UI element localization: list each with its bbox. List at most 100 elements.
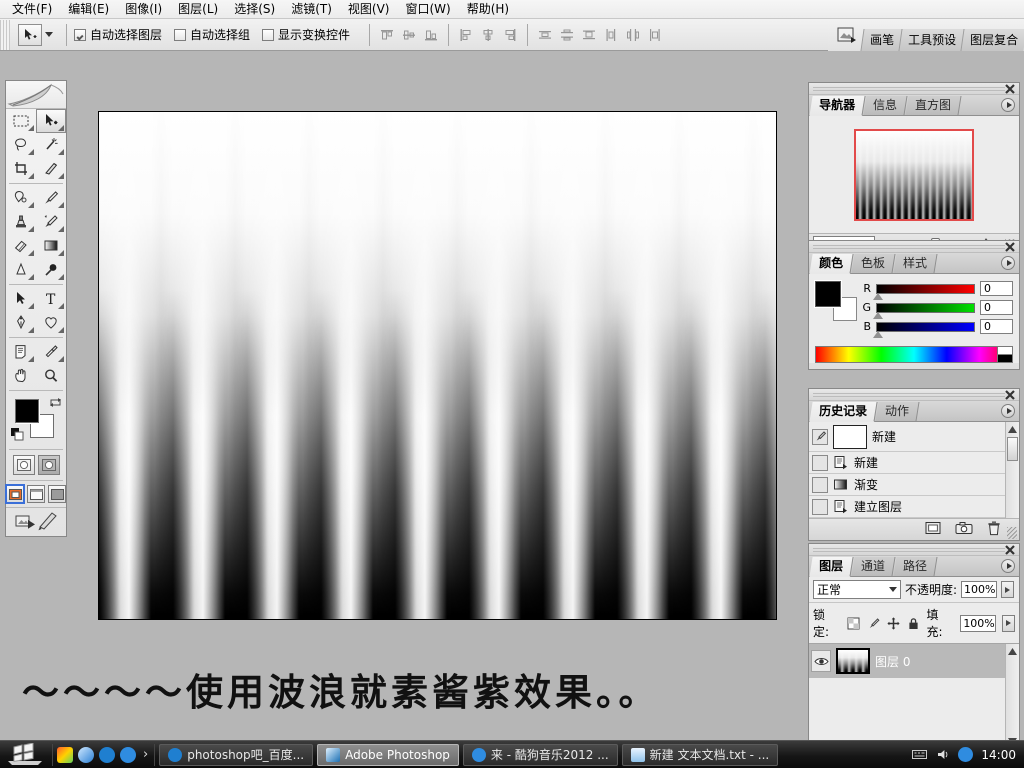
custom-shape-tool[interactable] — [36, 311, 66, 335]
green-slider[interactable] — [876, 303, 975, 313]
slice-tool[interactable] — [36, 157, 66, 181]
standard-mode-icon[interactable] — [13, 455, 35, 475]
tab-history[interactable]: 历史记录 — [809, 402, 877, 422]
kugou-icon[interactable] — [120, 747, 136, 763]
fill-slider-arrow-icon[interactable] — [1002, 615, 1015, 632]
kugou-tray-icon[interactable] — [958, 747, 973, 762]
fill-input[interactable]: 100% — [960, 615, 996, 632]
layers-scrollbar[interactable] — [1005, 644, 1019, 748]
navigator-thumbnail[interactable] — [854, 129, 974, 221]
layer-visibility-toggle[interactable] — [811, 650, 831, 672]
keyboard-icon[interactable] — [912, 747, 927, 762]
type-tool[interactable]: T — [36, 287, 66, 311]
foreground-color-swatch[interactable] — [15, 399, 39, 423]
panel-menu-icon[interactable] — [1001, 404, 1015, 418]
eyedropper-tool[interactable] — [36, 340, 66, 364]
menu-item-edit[interactable]: 编辑(E) — [60, 0, 117, 18]
lock-transparent-pixels-icon[interactable] — [847, 616, 861, 630]
scroll-up-icon[interactable] — [1006, 644, 1019, 658]
menu-item-image[interactable]: 图像(I) — [117, 0, 170, 18]
panel-grip[interactable] — [813, 392, 1005, 397]
dodge-tool[interactable] — [36, 258, 66, 282]
magic-wand-tool[interactable] — [36, 133, 66, 157]
auto-select-layer-option[interactable]: 自动选择图层 — [74, 26, 162, 43]
start-button[interactable] — [2, 742, 48, 768]
distribute-right-edges-icon[interactable] — [645, 25, 665, 45]
history-brush-source-icon[interactable] — [812, 429, 828, 445]
history-state-row[interactable]: 建立图层 — [809, 496, 1019, 518]
panel-grip[interactable] — [813, 547, 1005, 552]
crop-tool[interactable] — [6, 157, 36, 181]
red-value-input[interactable]: 0 — [980, 281, 1013, 296]
palette-well-icon[interactable] — [832, 21, 862, 51]
layer-thumbnail[interactable] — [836, 648, 870, 674]
lock-position-icon[interactable] — [887, 616, 901, 630]
hand-tool[interactable] — [6, 364, 36, 388]
path-selection-tool[interactable] — [6, 287, 36, 311]
history-snapshot-row[interactable]: 新建 — [809, 422, 1019, 452]
distribute-left-edges-icon[interactable] — [601, 25, 621, 45]
create-document-from-state-icon[interactable] — [925, 521, 941, 538]
close-icon[interactable] — [1004, 389, 1016, 401]
color-spectrum-ramp[interactable] — [815, 346, 1013, 363]
navigator-panel-titlebar[interactable] — [809, 83, 1019, 95]
taskbar-item-browser[interactable]: photoshop吧_百度... — [159, 744, 313, 766]
lock-image-pixels-icon[interactable] — [867, 616, 881, 630]
tab-actions[interactable]: 动作 — [876, 402, 920, 421]
align-left-edges-icon[interactable] — [456, 25, 476, 45]
green-value-input[interactable]: 0 — [980, 300, 1013, 315]
distribute-horizontal-centers-icon[interactable] — [623, 25, 643, 45]
red-slider-thumb[interactable] — [873, 293, 883, 300]
zoom-tool[interactable] — [36, 364, 66, 388]
blue-slider-thumb[interactable] — [873, 331, 883, 338]
palette-tab-brushes[interactable]: 画笔 — [860, 29, 902, 51]
close-icon[interactable] — [1004, 83, 1016, 95]
tab-navigator[interactable]: 导航器 — [809, 96, 865, 116]
distribute-vertical-centers-icon[interactable] — [557, 25, 577, 45]
default-colors-icon[interactable] — [11, 428, 25, 445]
menu-item-help[interactable]: 帮助(H) — [459, 0, 517, 18]
history-scrollbar[interactable] — [1005, 422, 1019, 518]
gradient-tool[interactable] — [36, 234, 66, 258]
taskbar-item-notepad[interactable]: 新建 文本文档.txt - ... — [622, 744, 779, 766]
scrollbar-thumb[interactable] — [1007, 437, 1018, 461]
auto-select-layer-checkbox[interactable] — [74, 29, 86, 41]
history-panel-titlebar[interactable] — [809, 389, 1019, 401]
menu-item-file[interactable]: 文件(F) — [4, 0, 60, 18]
full-screen-mode-icon[interactable] — [48, 485, 66, 503]
move-tool[interactable] — [36, 109, 66, 133]
volume-icon[interactable] — [935, 747, 950, 762]
menu-item-window[interactable]: 窗口(W) — [397, 0, 458, 18]
taskbar-clock[interactable]: 14:00 — [981, 748, 1016, 762]
opacity-slider-arrow-icon[interactable] — [1001, 581, 1014, 598]
notes-tool[interactable] — [6, 340, 36, 364]
show-transform-controls-checkbox[interactable] — [262, 29, 274, 41]
active-tool-indicator[interactable] — [12, 23, 59, 47]
layers-panel-titlebar[interactable] — [809, 544, 1019, 556]
distribute-bottom-edges-icon[interactable] — [579, 25, 599, 45]
blue-slider[interactable] — [876, 322, 975, 332]
taskbar-item-photoshop[interactable]: Adobe Photoshop — [317, 744, 459, 766]
lock-all-icon[interactable] — [907, 616, 921, 630]
menu-item-layer[interactable]: 图层(L) — [170, 0, 226, 18]
healing-brush-tool[interactable] — [6, 186, 36, 210]
swap-colors-icon[interactable] — [49, 396, 62, 412]
blend-mode-select[interactable]: 正常 — [813, 580, 901, 599]
eraser-tool[interactable] — [6, 234, 36, 258]
navigator-thumbnail-area[interactable] — [809, 116, 1019, 233]
distribute-top-edges-icon[interactable] — [535, 25, 555, 45]
quick-mask-mode-icon[interactable] — [38, 455, 60, 475]
brush-tool[interactable] — [36, 186, 66, 210]
media-player-icon[interactable] — [57, 747, 73, 763]
more-chevron-icon[interactable]: › — [141, 747, 150, 762]
move-tool-icon[interactable] — [18, 24, 42, 46]
tab-color[interactable]: 颜色 — [809, 254, 853, 274]
lasso-tool[interactable] — [6, 133, 36, 157]
menu-item-filter[interactable]: 滤镜(T) — [283, 0, 340, 18]
blue-value-input[interactable]: 0 — [980, 319, 1013, 334]
align-top-edges-icon[interactable] — [377, 25, 397, 45]
align-vertical-centers-icon[interactable] — [399, 25, 419, 45]
tab-info[interactable]: 信息 — [864, 96, 908, 115]
history-brush-tool[interactable] — [36, 210, 66, 234]
rectangular-marquee-tool[interactable] — [6, 109, 36, 133]
